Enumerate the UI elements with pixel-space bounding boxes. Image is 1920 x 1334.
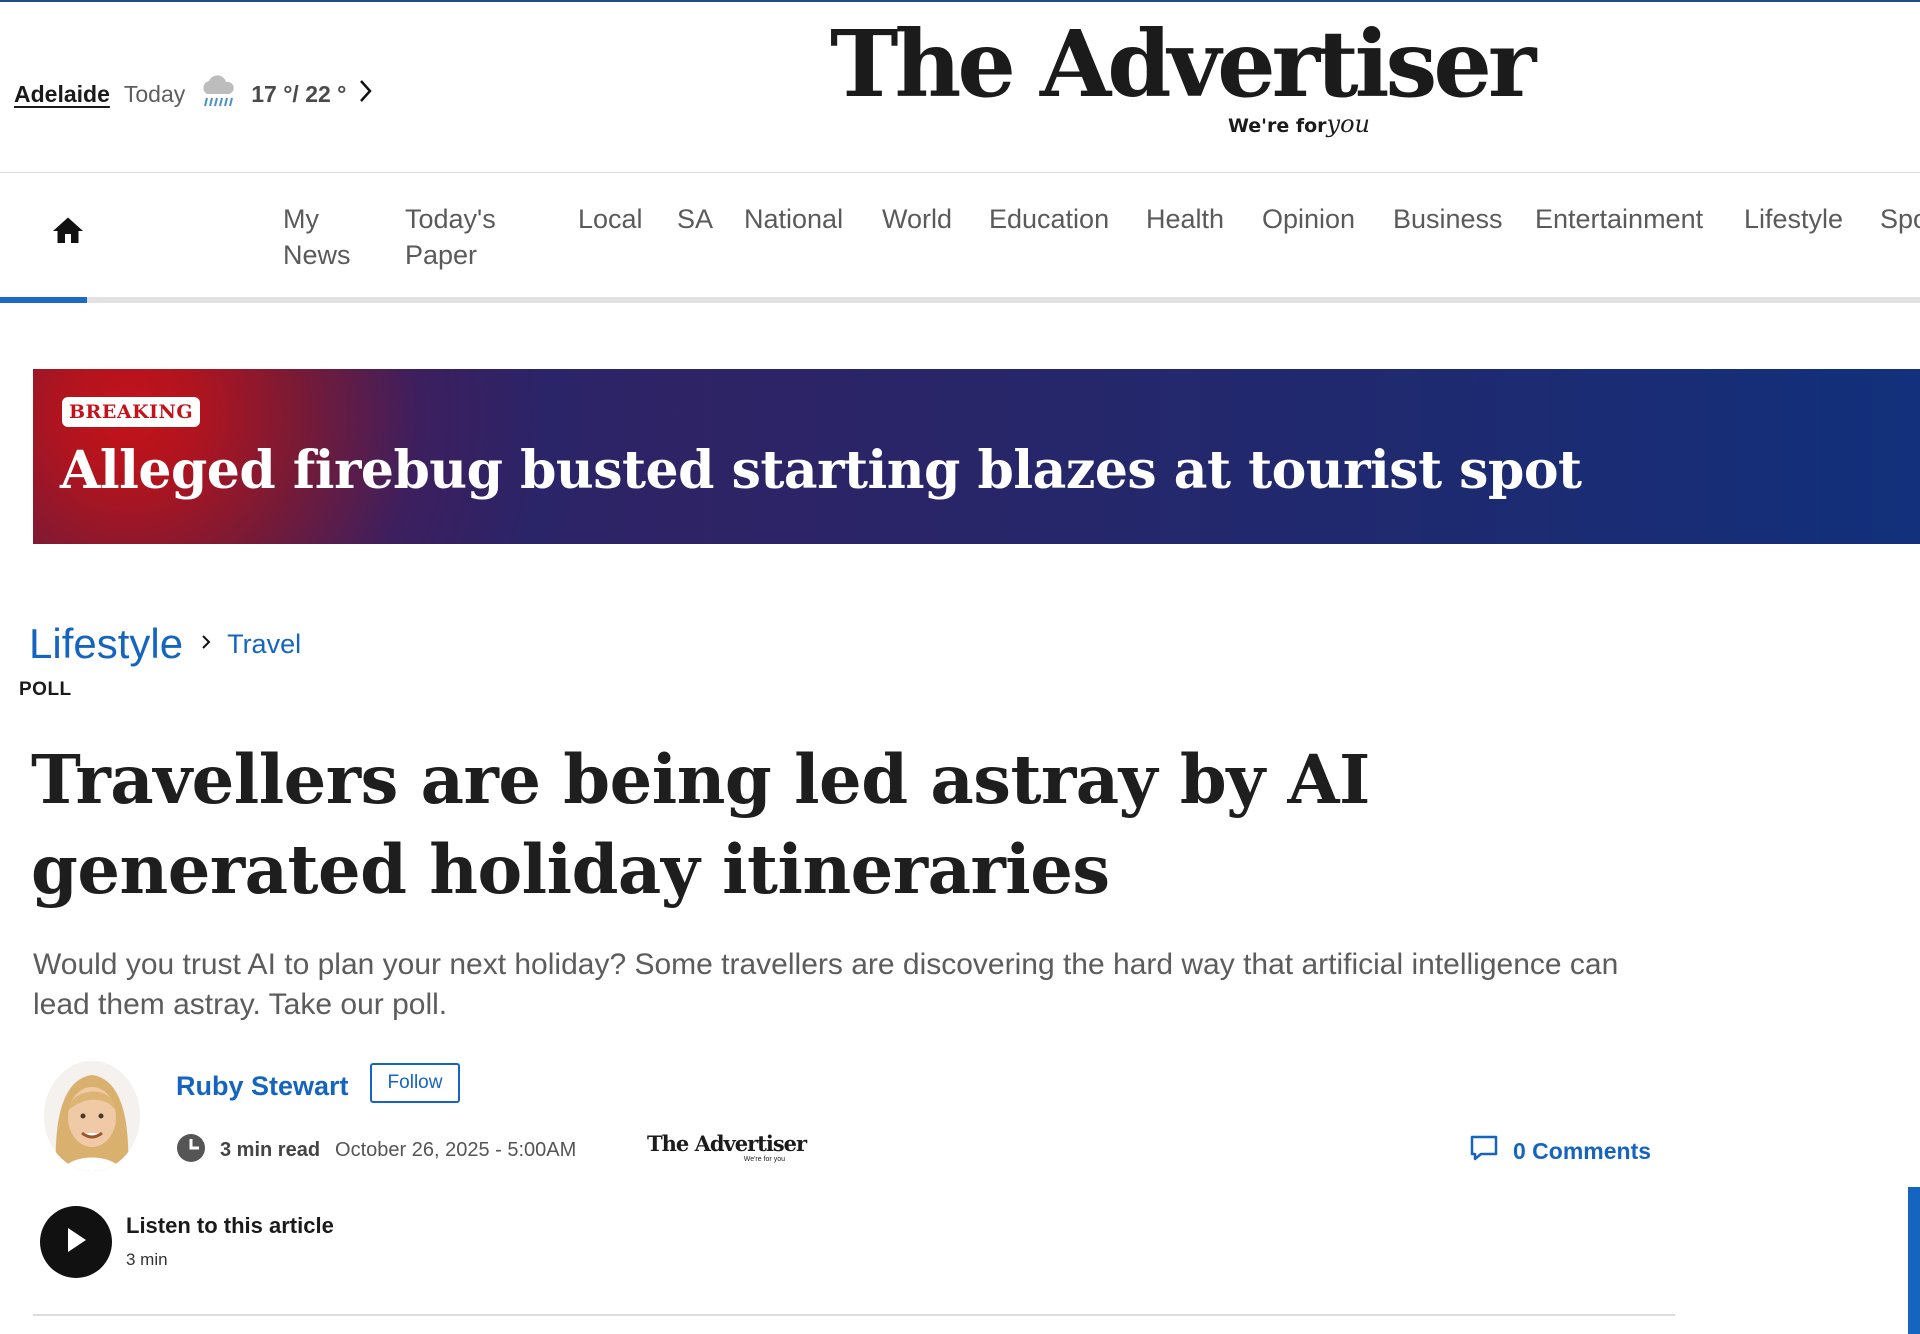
read-time: 3 min read (220, 1138, 321, 1161)
divider (33, 1314, 1675, 1316)
publisher-wordmark: The Advertiser (647, 1131, 807, 1156)
nav-item-national[interactable]: National (744, 201, 843, 237)
play-icon (63, 1225, 89, 1260)
article-meta: 3 min read October 26, 2025 - 5:00AM (176, 1132, 576, 1168)
weather-day: Today (123, 80, 186, 107)
nav-scrollbar-thumb[interactable] (0, 297, 87, 303)
nav-item-world[interactable]: World (882, 201, 952, 237)
nav-item-my-news[interactable]: My News (283, 201, 351, 273)
publisher-tagline: We're for you (743, 1156, 785, 1163)
comment-icon (1469, 1134, 1499, 1168)
nav-item-todays-paper[interactable]: Today's Paper (405, 201, 496, 273)
clock-icon (176, 1133, 206, 1168)
breaking-headline[interactable]: Alleged firebug busted starting blazes a… (60, 440, 1582, 501)
publisher-logo: The Advertiser We're for you (647, 1131, 807, 1167)
breadcrumb: Lifestyle Travel (29, 620, 301, 668)
top-accent-line (0, 0, 1920, 2)
rain-cloud-icon (199, 74, 237, 114)
breaking-news-banner[interactable]: BREAKING Alleged firebug busted starting… (33, 369, 1920, 544)
nav-item-local[interactable]: Local (578, 201, 643, 237)
nav-item-opinion[interactable]: Opinion (1262, 201, 1355, 237)
weather-location[interactable]: Adelaide (14, 81, 110, 108)
listen-label[interactable]: Listen to this article (126, 1213, 334, 1239)
nav-item-lifestyle[interactable]: Lifestyle (1744, 201, 1843, 237)
publish-date: October 26, 2025 - 5:00AM (335, 1138, 577, 1161)
article-kicker: POLL (19, 679, 72, 700)
listen-duration: 3 min (126, 1250, 168, 1269)
weather-temperature: 17 °/ 22 ° (251, 80, 347, 107)
site-logo[interactable]: The Advertiser We're foryou (830, 18, 1536, 148)
breadcrumb-section[interactable]: Lifestyle (29, 620, 183, 668)
nav-item-entertainment[interactable]: Entertainment (1535, 201, 1703, 237)
logo-tagline-script: you (1326, 110, 1370, 138)
play-button[interactable] (40, 1206, 112, 1278)
chevron-right-icon[interactable] (358, 79, 373, 109)
main-navigation: My News Today's Paper Local SA National … (0, 172, 1920, 303)
author-name[interactable]: Ruby Stewart (176, 1071, 349, 1102)
nav-item-education[interactable]: Education (989, 201, 1109, 237)
logo-tagline: We're foryou (1228, 110, 1370, 138)
breaking-badge: BREAKING (62, 397, 201, 427)
nav-item-sport[interactable]: Spo (1880, 201, 1920, 237)
chevron-right-icon (201, 631, 211, 657)
home-icon[interactable] (50, 213, 86, 249)
nav-item-business[interactable]: Business (1393, 201, 1503, 237)
nav-item-sa[interactable]: SA (677, 201, 713, 237)
nav-item-health[interactable]: Health (1146, 201, 1224, 237)
side-widget-edge[interactable] (1908, 1187, 1920, 1334)
comments-link[interactable]: 0 Comments (1469, 1133, 1651, 1169)
article-title: Travellers are being led astray by AI ge… (31, 740, 1370, 909)
logo-tagline-lead: We're for (1227, 115, 1327, 137)
breadcrumb-subsection[interactable]: Travel (227, 629, 301, 660)
follow-button[interactable]: Follow (370, 1063, 460, 1103)
nav-scrollbar-track[interactable] (0, 297, 1920, 303)
logo-wordmark: The Advertiser (830, 10, 1536, 118)
weather-widget[interactable]: Adelaide Today 17 °/ 22 ° (14, 74, 373, 114)
author-avatar[interactable] (44, 1061, 140, 1171)
comments-count[interactable]: 0 Comments (1513, 1138, 1651, 1165)
article-standfirst: Would you trust AI to plan your next hol… (33, 948, 1619, 1021)
